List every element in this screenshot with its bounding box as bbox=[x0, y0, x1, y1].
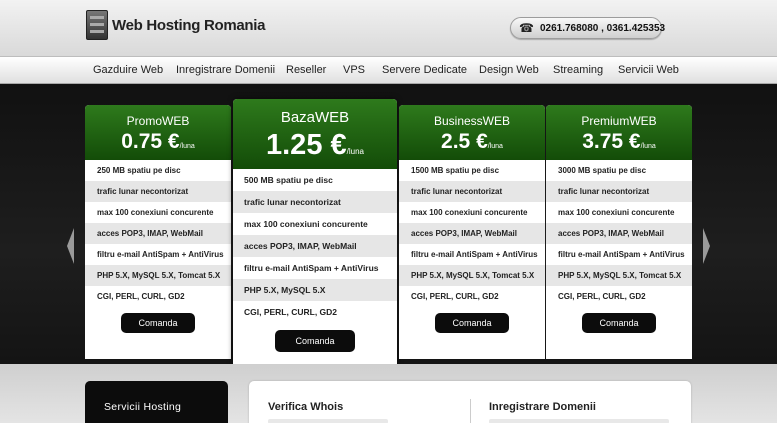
services-panel: Servicii Hosting bbox=[85, 381, 228, 423]
whois-title: Verifica Whois bbox=[268, 401, 344, 413]
domain-panel: Verifica Whois Inregistrare Domenii bbox=[249, 381, 691, 423]
plan-footer: Comanda bbox=[233, 323, 397, 365]
whois-text-line bbox=[268, 419, 388, 423]
site-logo[interactable]: Web Hosting Romania bbox=[86, 10, 266, 40]
pricing-slider: PromoWEB 0.75 €/luna 250 MB spatiu pe di… bbox=[0, 84, 777, 365]
price-amount: 0.75 € bbox=[121, 130, 180, 153]
feature-item: PHP 5.X, MySQL 5.X bbox=[233, 279, 397, 301]
feature-list: 500 MB spatiu pe disc trafic lunar necon… bbox=[233, 169, 397, 323]
feature-item: PHP 5.X, MySQL 5.X, Tomcat 5.X bbox=[399, 265, 545, 286]
order-button[interactable]: Comanda bbox=[582, 313, 656, 333]
feature-item: filtru e-mail AntiSpam + AntiVirus bbox=[85, 244, 231, 265]
plan-header: PremiumWEB 3.75 €/luna bbox=[546, 105, 692, 160]
price-amount: 3.75 € bbox=[582, 130, 641, 153]
nav-item-gazduire-web[interactable]: Gazduire Web bbox=[93, 64, 163, 76]
content-area: Servicii Hosting Verifica Whois Inregist… bbox=[0, 364, 777, 423]
feature-item: 250 MB spatiu pe disc bbox=[85, 160, 231, 181]
feature-item: acces POP3, IMAP, WebMail bbox=[399, 223, 545, 244]
nav-item-streaming[interactable]: Streaming bbox=[553, 64, 603, 76]
plan-name: PromoWEB bbox=[126, 114, 190, 128]
feature-item: CGI, PERL, CURL, GD2 bbox=[233, 301, 397, 323]
price-period: /luna bbox=[640, 143, 656, 150]
order-button[interactable]: Comanda bbox=[121, 313, 195, 333]
plan-card-promoweb: PromoWEB 0.75 €/luna 250 MB spatiu pe di… bbox=[85, 105, 231, 359]
feature-item: trafic lunar necontorizat bbox=[399, 181, 545, 202]
nav-item-vps[interactable]: VPS bbox=[343, 64, 365, 76]
feature-item: acces POP3, IMAP, WebMail bbox=[233, 235, 397, 257]
phone-badge: ☎ 0261.768080 , 0361.425353 bbox=[510, 17, 666, 39]
feature-item: CGI, PERL, CURL, GD2 bbox=[399, 286, 545, 307]
plan-header: BusinessWEB 2.5 €/luna bbox=[399, 105, 545, 160]
divider bbox=[470, 399, 471, 423]
feature-item: max 100 conexiuni concurente bbox=[546, 202, 692, 223]
price-amount: 2.5 € bbox=[441, 130, 488, 153]
plan-card-bazaweb: BazaWEB 1.25 €/luna 500 MB spatiu pe dis… bbox=[233, 99, 397, 365]
plan-name: BazaWEB bbox=[280, 109, 350, 126]
feature-item: filtru e-mail AntiSpam + AntiVirus bbox=[546, 244, 692, 265]
feature-item: 3000 MB spatiu pe disc bbox=[546, 160, 692, 181]
nav-item-servere-dedicate[interactable]: Servere Dedicate bbox=[382, 64, 467, 76]
feature-item: max 100 conexiuni concurente bbox=[85, 202, 231, 223]
plan-price: 0.75 €/luna bbox=[85, 129, 231, 160]
feature-item: trafic lunar necontorizat bbox=[85, 181, 231, 202]
price-period: /luna bbox=[179, 143, 195, 150]
phone-icon: ☎ bbox=[519, 21, 534, 35]
feature-item: PHP 5.X, MySQL 5.X, Tomcat 5.X bbox=[546, 265, 692, 286]
feature-item: 500 MB spatiu pe disc bbox=[233, 169, 397, 191]
domains-title: Inregistrare Domenii bbox=[489, 401, 596, 413]
feature-item: max 100 conexiuni concurente bbox=[233, 213, 397, 235]
plan-name: PremiumWEB bbox=[581, 114, 657, 128]
phone-number: 0261.768080 , 0361.425353 bbox=[539, 22, 666, 34]
plan-header: PromoWEB 0.75 €/luna bbox=[85, 105, 231, 160]
feature-item: max 100 conexiuni concurente bbox=[399, 202, 545, 223]
order-button[interactable]: Comanda bbox=[435, 313, 509, 333]
feature-list: 3000 MB spatiu pe disc trafic lunar neco… bbox=[546, 160, 692, 307]
feature-item: filtru e-mail AntiSpam + AntiVirus bbox=[233, 257, 397, 279]
arrow-right-icon[interactable] bbox=[703, 228, 710, 264]
nav-item-inregistrare-domenii[interactable]: Inregistrare Domenii bbox=[176, 64, 275, 76]
plan-card-premiumweb: PremiumWEB 3.75 €/luna 3000 MB spatiu pe… bbox=[546, 105, 692, 359]
logo-text: Web Hosting Romania bbox=[112, 16, 266, 34]
plan-price: 1.25 €/luna bbox=[233, 127, 397, 170]
feature-list: 1500 MB spatiu pe disc trafic lunar neco… bbox=[399, 160, 545, 307]
feature-list: 250 MB spatiu pe disc trafic lunar necon… bbox=[85, 160, 231, 307]
feature-item: CGI, PERL, CURL, GD2 bbox=[546, 286, 692, 307]
services-title: Servicii Hosting bbox=[104, 401, 182, 413]
plan-footer: Comanda bbox=[85, 307, 231, 359]
feature-item: CGI, PERL, CURL, GD2 bbox=[85, 286, 231, 307]
plan-header: BazaWEB 1.25 €/luna bbox=[233, 99, 397, 169]
server-icon bbox=[86, 10, 108, 40]
main-nav: Gazduire Web Inregistrare Domenii Resell… bbox=[0, 56, 777, 84]
domains-text-line bbox=[489, 419, 669, 423]
nav-item-design-web[interactable]: Design Web bbox=[479, 64, 539, 76]
feature-item: PHP 5.X, MySQL 5.X, Tomcat 5.X bbox=[85, 265, 231, 286]
site-header: Web Hosting Romania ☎ 0261.768080 , 0361… bbox=[0, 0, 777, 56]
feature-item: trafic lunar necontorizat bbox=[233, 191, 397, 213]
order-button[interactable]: Comanda bbox=[275, 330, 355, 352]
nav-item-servicii-web[interactable]: Servicii Web bbox=[618, 64, 679, 76]
plan-footer: Comanda bbox=[546, 307, 692, 359]
plan-price: 3.75 €/luna bbox=[546, 129, 692, 160]
plan-price: 2.5 €/luna bbox=[399, 129, 545, 160]
price-period: /luna bbox=[487, 143, 503, 150]
plan-name: BusinessWEB bbox=[433, 114, 511, 128]
feature-item: acces POP3, IMAP, WebMail bbox=[546, 223, 692, 244]
feature-item: trafic lunar necontorizat bbox=[546, 181, 692, 202]
arrow-left-icon[interactable] bbox=[67, 228, 74, 264]
feature-item: filtru e-mail AntiSpam + AntiVirus bbox=[399, 244, 545, 265]
feature-item: acces POP3, IMAP, WebMail bbox=[85, 223, 231, 244]
price-amount: 1.25 € bbox=[266, 129, 347, 161]
nav-item-reseller[interactable]: Reseller bbox=[286, 64, 326, 76]
feature-item: 1500 MB spatiu pe disc bbox=[399, 160, 545, 181]
price-period: /luna bbox=[346, 147, 364, 156]
plan-footer: Comanda bbox=[399, 307, 545, 359]
plan-card-businessweb: BusinessWEB 2.5 €/luna 1500 MB spatiu pe… bbox=[399, 105, 545, 359]
